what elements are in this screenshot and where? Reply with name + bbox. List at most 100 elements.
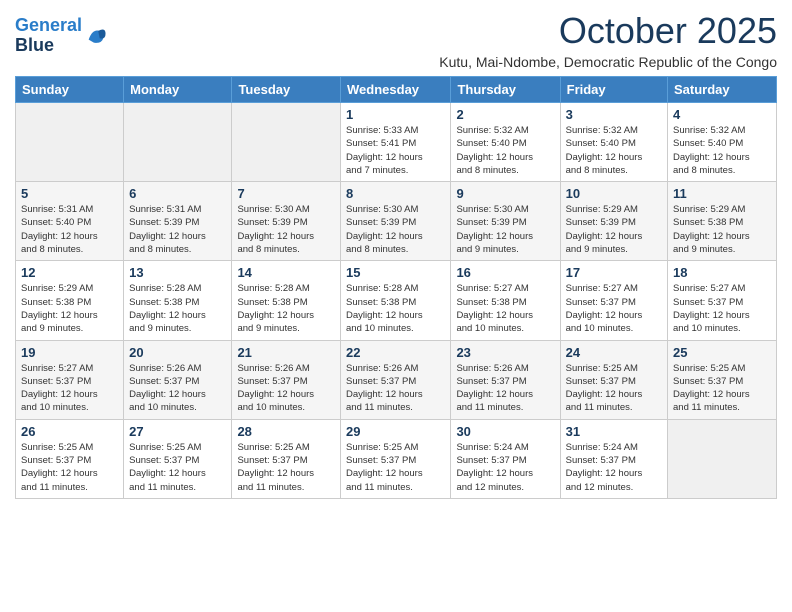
day-info: Sunrise: 5:29 AMSunset: 5:39 PMDaylight:… bbox=[566, 203, 662, 256]
day-info: Sunrise: 5:33 AMSunset: 5:41 PMDaylight:… bbox=[346, 124, 445, 177]
logo: GeneralBlue bbox=[15, 16, 107, 56]
day-number: 4 bbox=[673, 107, 771, 122]
day-number: 14 bbox=[237, 265, 335, 280]
calendar-day-cell: 7 Sunrise: 5:30 AMSunset: 5:39 PMDaylight… bbox=[232, 182, 341, 261]
day-info: Sunrise: 5:32 AMSunset: 5:40 PMDaylight:… bbox=[456, 124, 554, 177]
day-info: Sunrise: 5:32 AMSunset: 5:40 PMDaylight:… bbox=[566, 124, 662, 177]
day-info: Sunrise: 5:28 AMSunset: 5:38 PMDaylight:… bbox=[237, 282, 335, 335]
day-number: 16 bbox=[456, 265, 554, 280]
day-info: Sunrise: 5:25 AMSunset: 5:37 PMDaylight:… bbox=[673, 362, 771, 415]
day-number: 11 bbox=[673, 186, 771, 201]
day-number: 17 bbox=[566, 265, 662, 280]
day-number: 24 bbox=[566, 345, 662, 360]
day-info: Sunrise: 5:26 AMSunset: 5:37 PMDaylight:… bbox=[129, 362, 226, 415]
day-number: 6 bbox=[129, 186, 226, 201]
calendar-day-cell: 30 Sunrise: 5:24 AMSunset: 5:37 PMDayligh… bbox=[451, 419, 560, 498]
day-info: Sunrise: 5:29 AMSunset: 5:38 PMDaylight:… bbox=[21, 282, 118, 335]
calendar-day-cell bbox=[16, 103, 124, 182]
day-number: 5 bbox=[21, 186, 118, 201]
calendar-week-row: 12 Sunrise: 5:29 AMSunset: 5:38 PMDayligh… bbox=[16, 261, 777, 340]
calendar-day-cell: 17 Sunrise: 5:27 AMSunset: 5:37 PMDayligh… bbox=[560, 261, 667, 340]
weekday-header-wednesday: Wednesday bbox=[341, 77, 451, 103]
calendar-day-cell: 11 Sunrise: 5:29 AMSunset: 5:38 PMDayligh… bbox=[668, 182, 777, 261]
day-info: Sunrise: 5:28 AMSunset: 5:38 PMDaylight:… bbox=[346, 282, 445, 335]
calendar-day-cell: 28 Sunrise: 5:25 AMSunset: 5:37 PMDayligh… bbox=[232, 419, 341, 498]
calendar-day-cell: 13Sunrise: 5:28 AMSunset: 5:38 PMDayligh… bbox=[124, 261, 232, 340]
day-info: Sunrise: 5:27 AMSunset: 5:37 PMDaylight:… bbox=[566, 282, 662, 335]
day-number: 31 bbox=[566, 424, 662, 439]
calendar-day-cell: 26Sunrise: 5:25 AMSunset: 5:37 PMDayligh… bbox=[16, 419, 124, 498]
calendar-day-cell: 12 Sunrise: 5:29 AMSunset: 5:38 PMDayligh… bbox=[16, 261, 124, 340]
calendar-day-cell: 16 Sunrise: 5:27 AMSunset: 5:38 PMDayligh… bbox=[451, 261, 560, 340]
day-info: Sunrise: 5:32 AMSunset: 5:40 PMDaylight:… bbox=[673, 124, 771, 177]
location-subtitle: Kutu, Mai-Ndombe, Democratic Republic of… bbox=[439, 54, 777, 70]
calendar-day-cell: 29 Sunrise: 5:25 AMSunset: 5:37 PMDayligh… bbox=[341, 419, 451, 498]
day-number: 1 bbox=[346, 107, 445, 122]
day-number: 25 bbox=[673, 345, 771, 360]
calendar-day-cell: 10 Sunrise: 5:29 AMSunset: 5:39 PMDayligh… bbox=[560, 182, 667, 261]
day-number: 23 bbox=[456, 345, 554, 360]
day-number: 29 bbox=[346, 424, 445, 439]
day-number: 28 bbox=[237, 424, 335, 439]
day-info: Sunrise: 5:24 AMSunset: 5:37 PMDaylight:… bbox=[456, 441, 554, 494]
weekday-header-sunday: Sunday bbox=[16, 77, 124, 103]
day-info: Sunrise: 5:29 AMSunset: 5:38 PMDaylight:… bbox=[673, 203, 771, 256]
day-number: 19 bbox=[21, 345, 118, 360]
day-info: Sunrise: 5:25 AMSunset: 5:37 PMDaylight:… bbox=[566, 362, 662, 415]
calendar-day-cell: 23 Sunrise: 5:26 AMSunset: 5:37 PMDayligh… bbox=[451, 340, 560, 419]
day-number: 3 bbox=[566, 107, 662, 122]
day-info: Sunrise: 5:24 AMSunset: 5:37 PMDaylight:… bbox=[566, 441, 662, 494]
day-number: 27 bbox=[129, 424, 226, 439]
calendar-day-cell: 25 Sunrise: 5:25 AMSunset: 5:37 PMDayligh… bbox=[668, 340, 777, 419]
calendar-day-cell: 4 Sunrise: 5:32 AMSunset: 5:40 PMDaylight… bbox=[668, 103, 777, 182]
calendar-day-cell: 14 Sunrise: 5:28 AMSunset: 5:38 PMDayligh… bbox=[232, 261, 341, 340]
calendar-week-row: 19Sunrise: 5:27 AMSunset: 5:37 PMDayligh… bbox=[16, 340, 777, 419]
day-number: 18 bbox=[673, 265, 771, 280]
weekday-header-row: SundayMondayTuesdayWednesdayThursdayFrid… bbox=[16, 77, 777, 103]
day-info: Sunrise: 5:25 AMSunset: 5:37 PMDaylight:… bbox=[237, 441, 335, 494]
calendar-day-cell: 18 Sunrise: 5:27 AMSunset: 5:37 PMDayligh… bbox=[668, 261, 777, 340]
day-info: Sunrise: 5:30 AMSunset: 5:39 PMDaylight:… bbox=[346, 203, 445, 256]
calendar-day-cell: 24 Sunrise: 5:25 AMSunset: 5:37 PMDayligh… bbox=[560, 340, 667, 419]
title-area: October 2025 Kutu, Mai-Ndombe, Democrati… bbox=[439, 10, 777, 70]
calendar-table: SundayMondayTuesdayWednesdayThursdayFrid… bbox=[15, 76, 777, 499]
day-number: 12 bbox=[21, 265, 118, 280]
day-info: Sunrise: 5:30 AMSunset: 5:39 PMDaylight:… bbox=[456, 203, 554, 256]
day-number: 26 bbox=[21, 424, 118, 439]
calendar-day-cell: 2 Sunrise: 5:32 AMSunset: 5:40 PMDaylight… bbox=[451, 103, 560, 182]
day-number: 2 bbox=[456, 107, 554, 122]
logo-icon bbox=[85, 25, 107, 47]
calendar-day-cell: 27 Sunrise: 5:25 AMSunset: 5:37 PMDayligh… bbox=[124, 419, 232, 498]
day-info: Sunrise: 5:27 AMSunset: 5:37 PMDaylight:… bbox=[673, 282, 771, 335]
day-number: 7 bbox=[237, 186, 335, 201]
day-info: Sunrise: 5:28 AMSunset: 5:38 PMDaylight:… bbox=[129, 282, 226, 335]
weekday-header-monday: Monday bbox=[124, 77, 232, 103]
page-header: GeneralBlue October 2025 Kutu, Mai-Ndomb… bbox=[15, 10, 777, 70]
weekday-header-friday: Friday bbox=[560, 77, 667, 103]
day-number: 8 bbox=[346, 186, 445, 201]
day-info: Sunrise: 5:26 AMSunset: 5:37 PMDaylight:… bbox=[346, 362, 445, 415]
day-number: 21 bbox=[237, 345, 335, 360]
day-info: Sunrise: 5:25 AMSunset: 5:37 PMDaylight:… bbox=[129, 441, 226, 494]
calendar-week-row: 26 Sunrise: 5:25 AMSunset: 5:37 PMDayligh… bbox=[16, 419, 777, 498]
calendar-week-row: 5Sunrise: 5:31 AMSunset: 5:40 PMDaylight… bbox=[16, 182, 777, 261]
day-info: Sunrise: 5:27 AMSunset: 5:38 PMDaylight:… bbox=[456, 282, 554, 335]
calendar-day-cell: 15Sunrise: 5:28 AMSunset: 5:38 PMDayligh… bbox=[341, 261, 451, 340]
day-number: 30 bbox=[456, 424, 554, 439]
day-info: Sunrise: 5:25 AMSunset: 5:37 PMDaylight:… bbox=[346, 441, 445, 494]
calendar-day-cell: 6 Sunrise: 5:31 AMSunset: 5:39 PMDaylight… bbox=[124, 182, 232, 261]
calendar-day-cell bbox=[668, 419, 777, 498]
day-info: Sunrise: 5:26 AMSunset: 5:37 PMDaylight:… bbox=[237, 362, 335, 415]
day-number: 22 bbox=[346, 345, 445, 360]
calendar-day-cell: 5Sunrise: 5:31 AMSunset: 5:40 PMDaylight… bbox=[16, 182, 124, 261]
weekday-header-tuesday: Tuesday bbox=[232, 77, 341, 103]
day-info: Sunrise: 5:30 AMSunset: 5:39 PMDaylight:… bbox=[237, 203, 335, 256]
calendar-week-row: 1 Sunrise: 5:33 AMSunset: 5:41 PMDaylight… bbox=[16, 103, 777, 182]
calendar-day-cell: 31 Sunrise: 5:24 AMSunset: 5:37 PMDayligh… bbox=[560, 419, 667, 498]
calendar-day-cell: 20Sunrise: 5:26 AMSunset: 5:37 PMDayligh… bbox=[124, 340, 232, 419]
logo-text: GeneralBlue bbox=[15, 16, 82, 56]
day-info: Sunrise: 5:31 AMSunset: 5:39 PMDaylight:… bbox=[129, 203, 226, 256]
calendar-day-cell: 1 Sunrise: 5:33 AMSunset: 5:41 PMDaylight… bbox=[341, 103, 451, 182]
day-info: Sunrise: 5:26 AMSunset: 5:37 PMDaylight:… bbox=[456, 362, 554, 415]
day-number: 10 bbox=[566, 186, 662, 201]
